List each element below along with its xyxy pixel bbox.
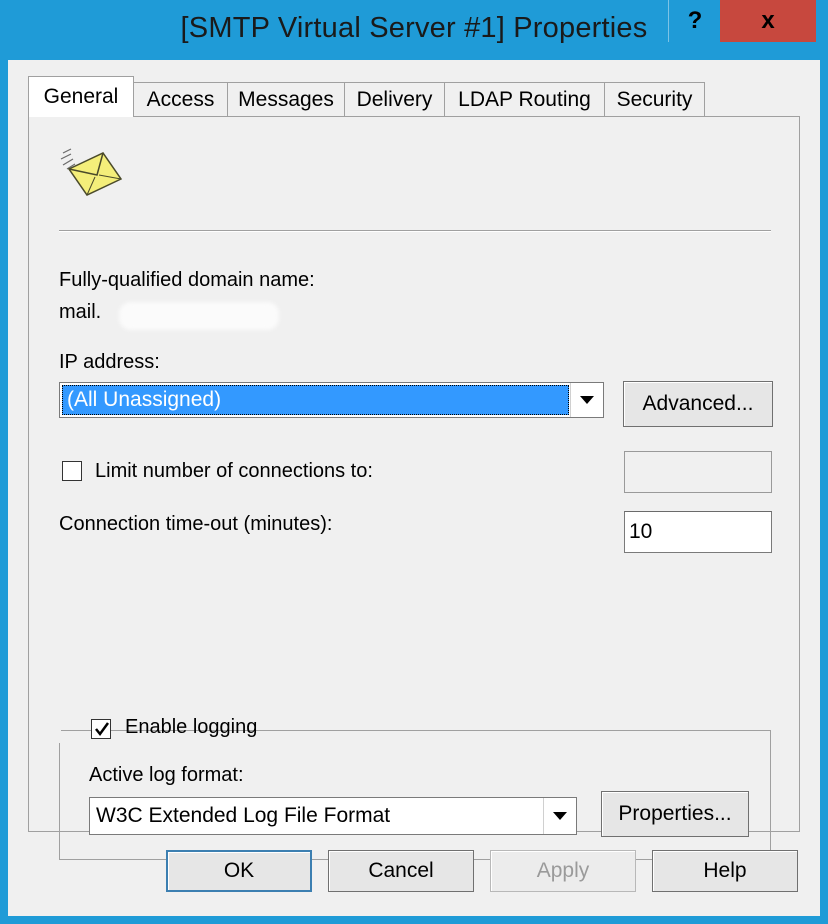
general-tab-panel: Fully-qualified domain name: mail. IP ad… (28, 116, 800, 860)
tab-general[interactable]: General (28, 76, 134, 117)
apply-button[interactable]: Apply (490, 850, 636, 892)
title-bar[interactable]: [SMTP Virtual Server #1] Properties ? x (0, 0, 828, 60)
fqdn-value: mail. (59, 301, 102, 323)
help-button[interactable]: Help (652, 850, 798, 892)
logging-group-legend: Enable logging (53, 716, 257, 743)
limit-connections-checkbox[interactable] (62, 461, 82, 481)
tab-security[interactable]: Security (604, 82, 705, 116)
limit-connections-input[interactable] (624, 451, 772, 493)
dropdown-arrow-icon[interactable] (543, 798, 576, 834)
log-format-label: Active log format: (89, 764, 244, 786)
limit-connections-label: Limit number of connections to: (95, 460, 373, 482)
ok-button[interactable]: OK (166, 850, 312, 892)
log-format-select[interactable]: W3C Extended Log File Format (89, 797, 577, 835)
log-properties-button[interactable]: Properties... (601, 791, 749, 837)
enable-logging-checkbox[interactable] (91, 719, 111, 739)
tab-messages[interactable]: Messages (227, 82, 345, 116)
tab-ldap-routing[interactable]: LDAP Routing (444, 82, 605, 116)
dropdown-arrow-icon[interactable] (570, 383, 603, 417)
cancel-button[interactable]: Cancel (328, 850, 474, 892)
ip-address-label: IP address: (59, 351, 160, 373)
timeout-label: Connection time-out (minutes): (59, 513, 333, 535)
tab-delivery[interactable]: Delivery (344, 82, 445, 116)
header-separator (59, 230, 771, 232)
close-button[interactable]: x (720, 0, 816, 42)
help-title-button[interactable]: ? (668, 0, 722, 42)
fqdn-label: Fully-qualified domain name: (59, 269, 315, 291)
ip-address-select[interactable]: (All Unassigned) (59, 382, 604, 418)
ip-address-value: (All Unassigned) (62, 385, 569, 415)
dialog-client-area: General Access Messages Delivery LDAP Ro… (8, 60, 820, 916)
dialog-window: [SMTP Virtual Server #1] Properties ? x … (0, 0, 828, 924)
advanced-button[interactable]: Advanced... (623, 381, 773, 427)
redacted-domain (119, 302, 279, 330)
enable-logging-label: Enable logging (125, 716, 258, 738)
envelope-icon (60, 148, 123, 196)
tab-access[interactable]: Access (133, 82, 228, 116)
checkmark-icon (95, 722, 110, 737)
log-format-value: W3C Extended Log File Format (96, 804, 391, 827)
timeout-input[interactable]: 10 (624, 511, 772, 553)
